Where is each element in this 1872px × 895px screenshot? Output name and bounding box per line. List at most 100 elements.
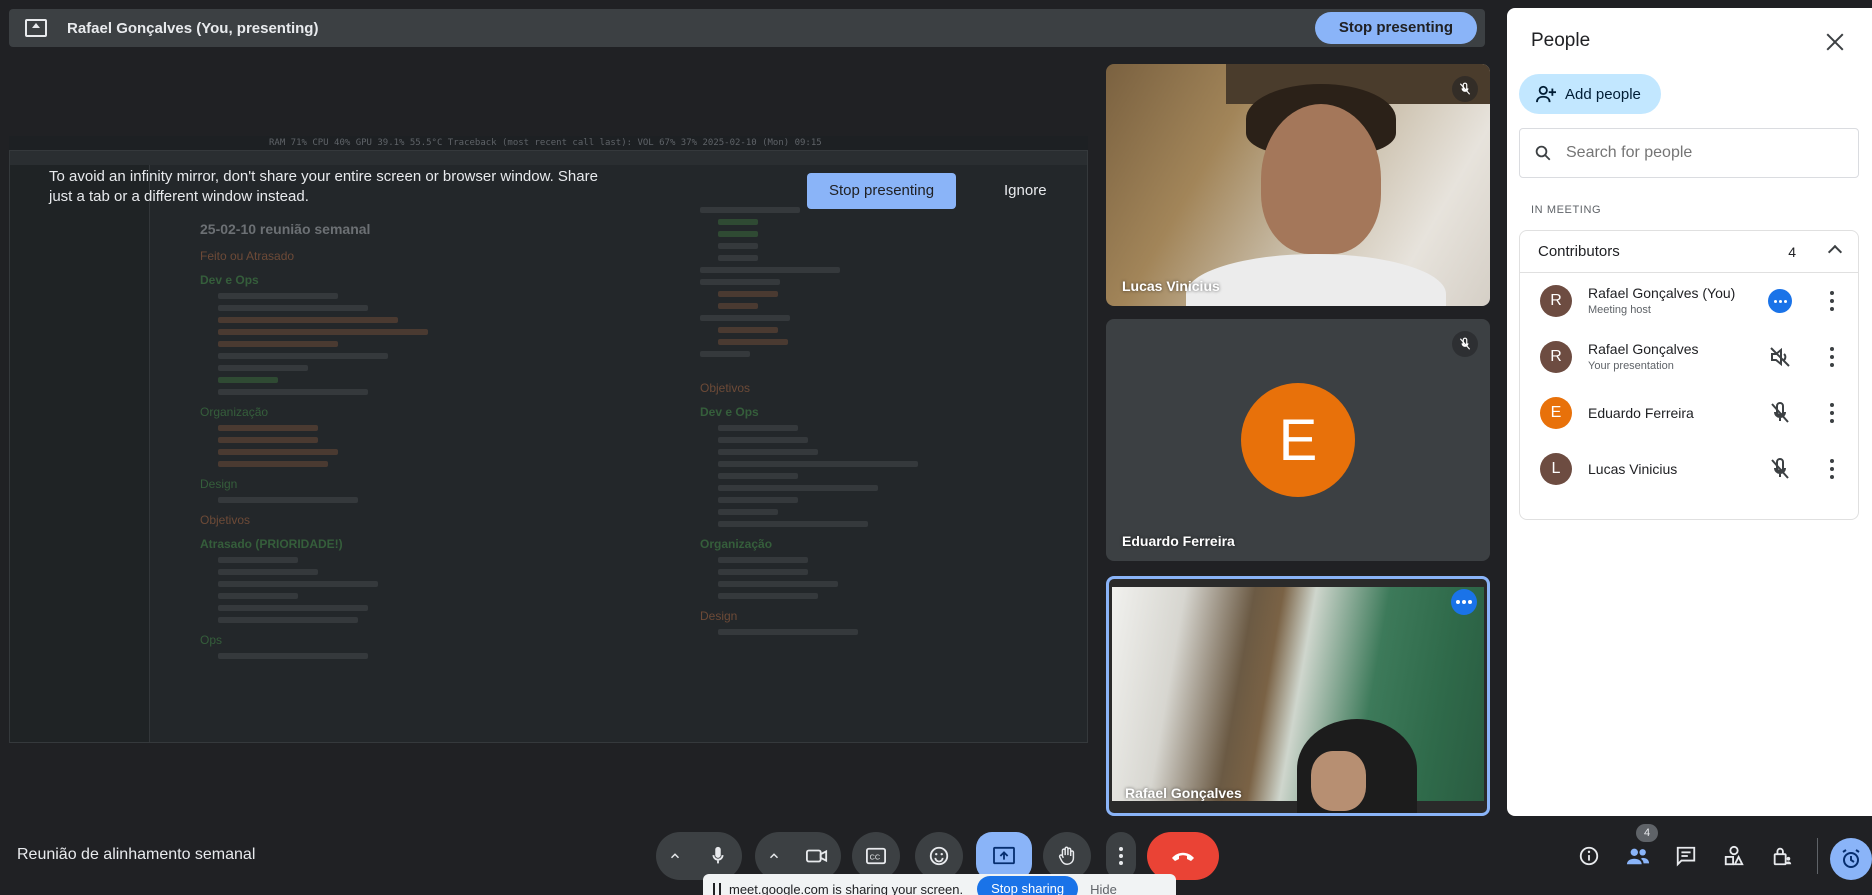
nested-section: Organização bbox=[700, 537, 773, 551]
participant-name: Rafael Gonçalves bbox=[1125, 785, 1242, 801]
add-people-button[interactable]: Add people bbox=[1519, 74, 1661, 114]
mic-off-icon bbox=[1768, 457, 1792, 481]
nested-section: Ops bbox=[200, 633, 223, 647]
shared-screen-preview: 25-02-10 reunião semanal Feito ou Atrasa… bbox=[9, 150, 1088, 743]
video-options-button[interactable] bbox=[755, 832, 793, 880]
microphone-icon bbox=[712, 846, 724, 864]
chevron-up-icon bbox=[1827, 244, 1843, 260]
nested-section: Organização bbox=[200, 405, 269, 419]
avatar: R bbox=[1540, 285, 1572, 317]
audio-options-button[interactable] bbox=[656, 832, 694, 880]
avatar: R bbox=[1540, 341, 1572, 373]
volume-off-icon bbox=[1768, 345, 1792, 369]
emoji-icon bbox=[929, 846, 949, 866]
group-label: Contributors bbox=[1538, 243, 1620, 260]
nested-section: Dev e Ops bbox=[200, 273, 259, 287]
participant-tile-lucas[interactable]: Lucas Vinicius bbox=[1106, 64, 1490, 306]
participant-video bbox=[1311, 751, 1366, 811]
people-icon bbox=[1626, 848, 1650, 865]
chat-button[interactable] bbox=[1670, 840, 1702, 872]
present-button[interactable] bbox=[976, 832, 1032, 880]
leave-call-button[interactable] bbox=[1147, 832, 1219, 880]
nested-section: Design bbox=[200, 477, 238, 491]
meet-window: Rafael Gonçalves (You, presenting) Stop … bbox=[0, 0, 1872, 895]
stop-presenting-button[interactable]: Stop presenting bbox=[1314, 12, 1477, 44]
timer-button[interactable] bbox=[1830, 838, 1872, 880]
avatar: E bbox=[1241, 383, 1355, 497]
more-vert-icon bbox=[1119, 847, 1123, 865]
participant-row[interactable]: R Rafael Gonçalves (You) Meeting host bbox=[1520, 273, 1858, 329]
chevron-up-icon bbox=[769, 853, 779, 859]
more-options-icon[interactable] bbox=[1830, 403, 1834, 423]
lock-person-icon bbox=[1773, 847, 1792, 866]
participant-role: Meeting host bbox=[1588, 304, 1651, 316]
participant-name: Lucas Vinicius bbox=[1122, 278, 1220, 294]
people-panel: People Add people IN MEETING Contributor… bbox=[1507, 8, 1872, 816]
participant-row[interactable]: E Eduardo Ferreira bbox=[1520, 385, 1858, 441]
infinity-mirror-warning: To avoid an infinity mirror, don't share… bbox=[10, 151, 1087, 223]
participant-video bbox=[1261, 104, 1381, 254]
nested-doc-left: 25-02-10 reunião semanal Feito ou Atrasa… bbox=[200, 221, 600, 659]
search-input[interactable] bbox=[1566, 144, 1826, 162]
hide-button[interactable]: Hide bbox=[1090, 882, 1117, 895]
meeting-details-button[interactable] bbox=[1573, 840, 1605, 872]
people-button[interactable] bbox=[1622, 840, 1654, 872]
participant-row[interactable]: L Lucas Vinicius bbox=[1520, 441, 1858, 497]
alarm-clock-icon bbox=[1842, 849, 1860, 868]
captions-icon: CC bbox=[866, 847, 886, 865]
reactions-button[interactable] bbox=[915, 832, 963, 880]
activities-button[interactable] bbox=[1718, 840, 1750, 872]
svg-text:CC: CC bbox=[870, 853, 881, 862]
present-screen-icon bbox=[993, 846, 1015, 865]
avatar: L bbox=[1540, 453, 1572, 485]
avatar: E bbox=[1540, 397, 1572, 429]
warning-ignore-button[interactable]: Ignore bbox=[990, 173, 1061, 209]
participant-name: Rafael Gonçalves bbox=[1588, 341, 1699, 357]
presenting-title: Rafael Gonçalves (You, presenting) bbox=[67, 19, 319, 37]
search-people-field[interactable] bbox=[1519, 128, 1859, 178]
warning-text: To avoid an infinity mirror, don't share… bbox=[49, 168, 598, 205]
group-count: 4 bbox=[1788, 243, 1796, 260]
close-icon[interactable] bbox=[1824, 31, 1846, 53]
chat-icon bbox=[1676, 846, 1696, 867]
more-options-icon[interactable] bbox=[1830, 459, 1834, 479]
nested-section: Atrasado (PRIORIDADE!) bbox=[200, 537, 343, 551]
participant-tile-rafael[interactable]: Rafael Gonçalves bbox=[1106, 576, 1490, 816]
more-options-icon[interactable] bbox=[1830, 347, 1834, 367]
warning-stop-presenting-button[interactable]: Stop presenting bbox=[807, 173, 957, 209]
presenting-bar: Rafael Gonçalves (You, presenting) Stop … bbox=[9, 9, 1485, 47]
host-controls-button[interactable] bbox=[1766, 840, 1798, 872]
present-screen-icon bbox=[25, 19, 47, 37]
participant-role: Your presentation bbox=[1588, 360, 1674, 372]
nested-doc-title: 25-02-10 reunião semanal bbox=[200, 221, 371, 237]
participant-row[interactable]: R Rafael Gonçalves Your presentation bbox=[1520, 329, 1858, 385]
captions-button[interactable]: CC bbox=[852, 832, 900, 880]
add-people-label: Add people bbox=[1565, 85, 1641, 103]
more-options-icon[interactable] bbox=[1830, 291, 1834, 311]
divider bbox=[1817, 838, 1818, 874]
microphone-button[interactable] bbox=[694, 832, 742, 880]
participant-name: Eduardo Ferreira bbox=[1588, 405, 1694, 421]
nested-sidebar bbox=[10, 165, 150, 742]
contributors-header[interactable]: Contributors 4 bbox=[1520, 231, 1858, 273]
end-call-icon bbox=[1172, 852, 1194, 861]
chevron-up-icon bbox=[670, 853, 680, 859]
nested-section: Feito ou Atrasado bbox=[200, 249, 295, 263]
nested-doc-right: Objetivos Dev e Ops Organização Design bbox=[700, 201, 1080, 635]
nested-section: Objetivos bbox=[700, 381, 751, 395]
participant-name: Lucas Vinicius bbox=[1588, 461, 1678, 477]
participant-name: Rafael Gonçalves (You) bbox=[1588, 285, 1736, 301]
contributors-group: Contributors 4 R Rafael Gonçalves (You) … bbox=[1519, 230, 1859, 520]
participant-tile-eduardo[interactable]: E Eduardo Ferreira bbox=[1106, 319, 1490, 561]
section-label: IN MEETING bbox=[1531, 204, 1602, 216]
share-notice-text: meet.google.com is sharing your screen. bbox=[729, 881, 964, 895]
more-options-button[interactable] bbox=[1106, 832, 1136, 880]
camera-button[interactable] bbox=[793, 832, 841, 880]
people-count-badge: 4 bbox=[1636, 824, 1658, 842]
speaking-indicator-icon bbox=[1451, 589, 1477, 615]
camera-icon bbox=[806, 849, 828, 863]
panel-title: People bbox=[1531, 30, 1591, 51]
stop-sharing-button[interactable]: Stop sharing bbox=[977, 876, 1079, 895]
pause-icon bbox=[713, 883, 721, 895]
raise-hand-button[interactable] bbox=[1043, 832, 1091, 880]
